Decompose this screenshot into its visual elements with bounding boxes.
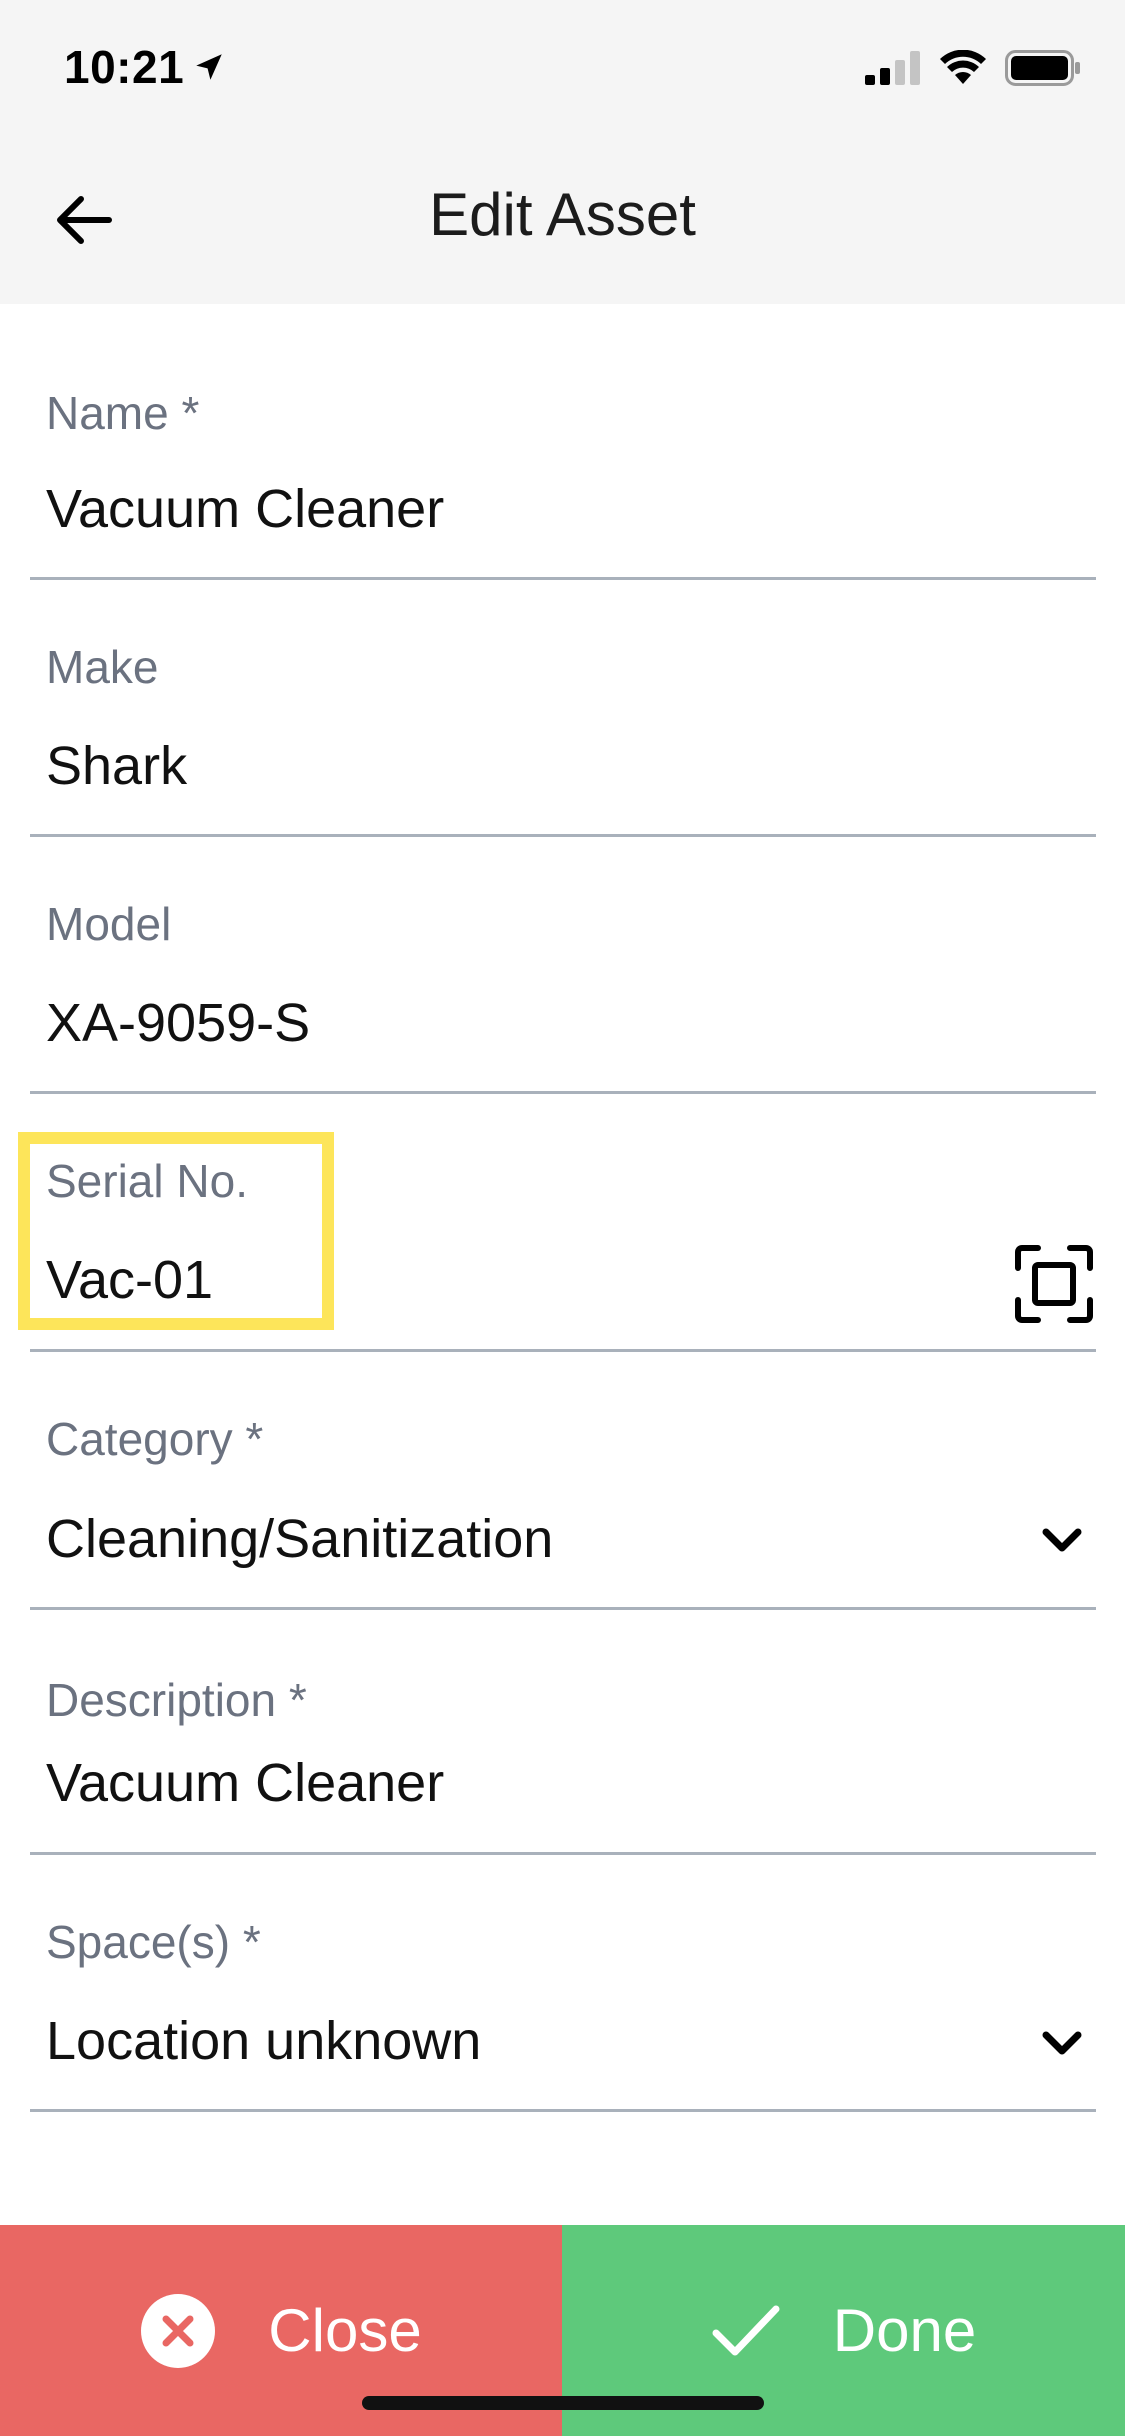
done-button-label: Done <box>832 2297 977 2364</box>
status-time-text: 10:21 <box>64 41 185 93</box>
scan-frame-icon <box>1015 1245 1093 1323</box>
scan-button[interactable] <box>1012 1242 1096 1326</box>
name-field[interactable]: Name * Vacuum Cleaner <box>30 370 1096 580</box>
signal-icon <box>865 51 920 85</box>
name-label: Name * <box>46 387 200 439</box>
model-field[interactable]: Model XA-9059-S <box>30 837 1096 1094</box>
model-label: Model <box>46 898 172 950</box>
spaces-field[interactable]: Space(s) * Location unknown <box>30 1855 1096 2112</box>
spaces-dropdown-button[interactable] <box>1032 2013 1092 2073</box>
spaces-value[interactable]: Location unknown <box>46 2010 481 2072</box>
edit-asset-screen: 10:21 Edit Asset Name * Vacuum Cleaner M… <box>0 0 1125 2436</box>
home-indicator[interactable] <box>362 2396 764 2410</box>
category-dropdown-button[interactable] <box>1032 1510 1092 1570</box>
x-circle-icon <box>141 2293 216 2368</box>
category-field[interactable]: Category * Cleaning/Sanitization <box>30 1352 1096 1610</box>
status-icons <box>865 50 1081 86</box>
make-field[interactable]: Make Shark <box>30 580 1096 837</box>
serial-no-highlight <box>18 1132 334 1330</box>
close-button-label: Close <box>268 2297 422 2364</box>
status-time: 10:21 <box>64 40 226 94</box>
battery-icon <box>1005 50 1080 86</box>
chevron-down-icon <box>1042 1528 1082 1552</box>
description-label: Description * <box>46 1674 307 1726</box>
description-field[interactable]: Description * Vacuum Cleaner <box>30 1610 1096 1855</box>
location-arrow-icon <box>196 54 222 80</box>
make-label: Make <box>46 641 159 693</box>
category-value[interactable]: Cleaning/Sanitization <box>46 1508 553 1570</box>
top-bar: 10:21 Edit Asset <box>0 0 1125 304</box>
wifi-icon <box>940 50 986 84</box>
description-value[interactable]: Vacuum Cleaner <box>46 1752 444 1814</box>
name-value[interactable]: Vacuum Cleaner <box>46 478 444 540</box>
category-label: Category * <box>46 1413 264 1465</box>
spaces-label: Space(s) * <box>46 1916 261 1968</box>
make-value[interactable]: Shark <box>46 735 187 797</box>
chevron-down-icon <box>1042 2031 1082 2055</box>
checkmark-icon <box>712 2305 780 2355</box>
page-title: Edit Asset <box>429 181 696 248</box>
model-value[interactable]: XA-9059-S <box>46 992 310 1054</box>
